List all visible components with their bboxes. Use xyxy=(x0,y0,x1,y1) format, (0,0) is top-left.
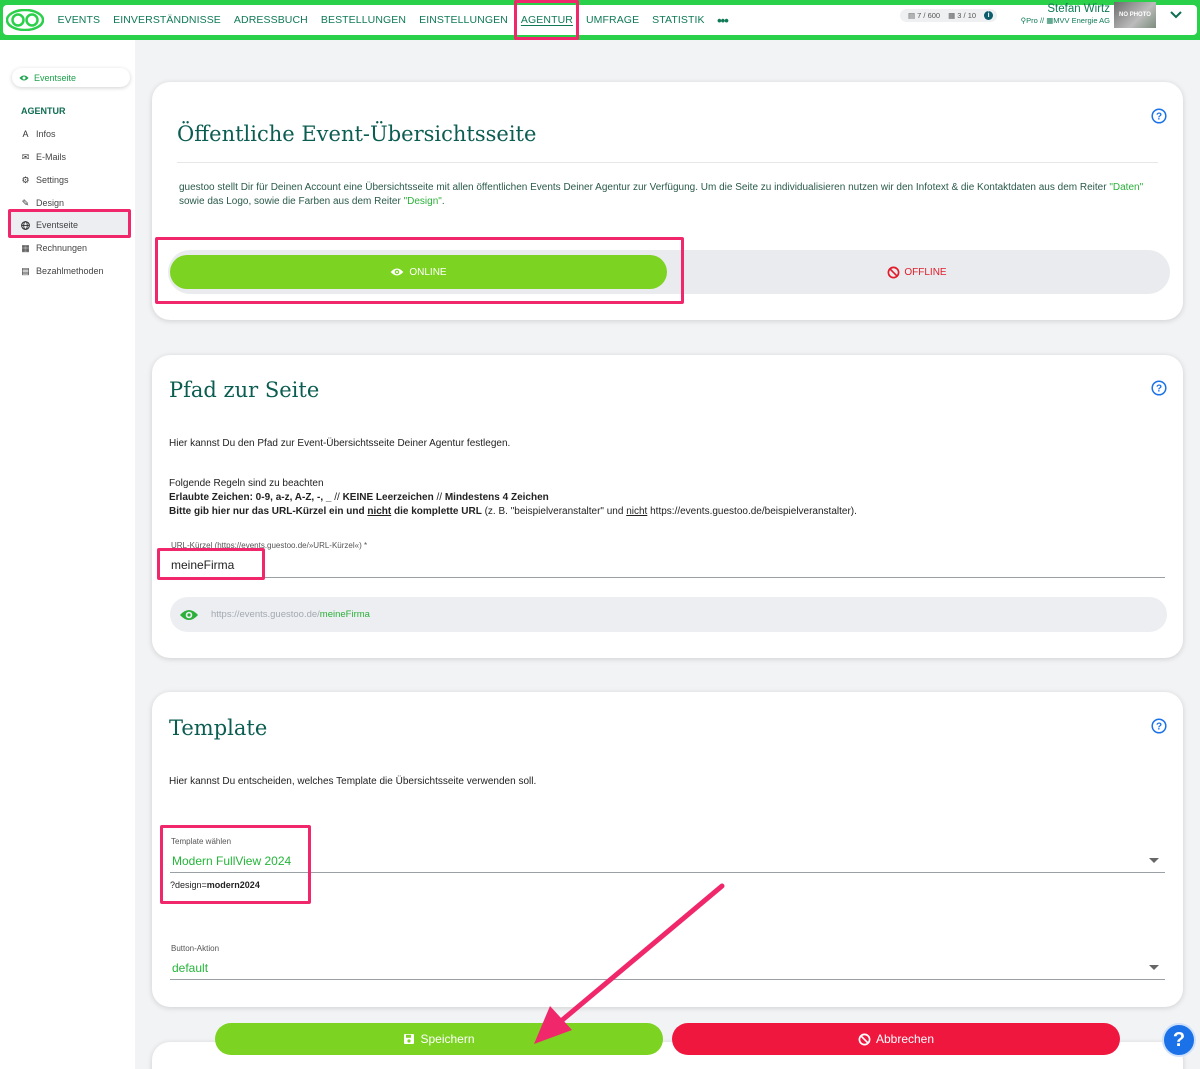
nav-events[interactable]: EVENTS xyxy=(51,5,107,35)
rules-heading: Folgende Regeln sind zu beachten xyxy=(169,478,324,489)
logo-icon xyxy=(6,9,44,31)
sidebar-item-emails[interactable]: ✉ E-Mails xyxy=(21,149,66,165)
highlight-url-input xyxy=(157,548,265,580)
help-icon[interactable]: ? xyxy=(1151,718,1167,734)
button-action-label: Button-Aktion xyxy=(171,944,220,953)
svg-text:?: ? xyxy=(1156,384,1162,395)
template-caret-icon[interactable] xyxy=(1149,858,1159,863)
sidebar-item-settings[interactable]: ⚙ Settings xyxy=(21,172,68,188)
guestoo-logo[interactable] xyxy=(5,8,45,32)
svg-text:?: ? xyxy=(1156,722,1162,733)
nav-bestellungen[interactable]: BESTELLUNGEN xyxy=(314,5,412,35)
help-icon[interactable]: ? xyxy=(1151,108,1167,124)
nav-more-button[interactable]: ••• xyxy=(711,13,734,28)
file-icon: ▦ xyxy=(21,242,30,253)
svg-text:?: ? xyxy=(1156,112,1162,123)
template-underline xyxy=(170,872,1165,873)
annotation-arrow-icon xyxy=(534,883,725,1044)
link-design[interactable]: "Design" xyxy=(404,196,442,207)
user-plan-company: ⚲Pro // ▦MVV Energie AG xyxy=(1020,16,1110,25)
card-public-page-description: guestoo stellt Dir für Deinen Account ei… xyxy=(179,182,1144,207)
ban-icon xyxy=(858,1033,871,1045)
brush-icon: ✎ xyxy=(21,197,30,208)
main-nav: EVENTS EINVERSTÄNDNISSE ADRESSBUCH BESTE… xyxy=(51,0,734,40)
envelope-icon: ✉ xyxy=(21,151,30,162)
font-icon: A xyxy=(22,128,29,139)
floating-help-button[interactable]: ? xyxy=(1162,1023,1196,1057)
link-daten[interactable]: "Daten" xyxy=(1109,182,1143,193)
rules-line-2: Bitte gib hier nur das URL-Kürzel ein un… xyxy=(169,506,857,517)
card-path-intro: Hier kannst Du den Pfad zur Event-Übersi… xyxy=(169,438,511,449)
highlight-template-select xyxy=(160,825,311,904)
url-field-underline xyxy=(170,577,1165,578)
quota-indicator: ▤ 7 / 600 ▦ 3 / 10 i xyxy=(900,9,997,22)
events-quota: ▤ 7 / 600 xyxy=(908,11,941,20)
card-template-title: Template xyxy=(169,716,268,740)
sidebar-item-rechnungen[interactable]: ▦ Rechnungen xyxy=(21,240,87,256)
cancel-button[interactable]: Abbrechen xyxy=(672,1023,1120,1055)
highlight-online-button xyxy=(155,237,684,304)
ban-icon xyxy=(887,266,900,278)
nav-agentur[interactable]: AGENTUR xyxy=(514,0,580,40)
help-icon[interactable]: ? xyxy=(1151,380,1167,396)
card-path-title: Pfad zur Seite xyxy=(169,378,320,402)
button-action-caret-icon[interactable] xyxy=(1149,965,1159,970)
nav-einstellungen[interactable]: EINSTELLUNGEN xyxy=(413,5,515,35)
sidebar-item-bezahlmethoden[interactable]: ▤ Bezahlmethoden xyxy=(21,263,103,279)
eye-icon xyxy=(19,75,29,80)
floppy-disk-icon xyxy=(404,1034,415,1044)
rules-line-1: Erlaubte Zeichen: 0-9, a-z, A-Z, -, _ //… xyxy=(169,492,549,503)
sidebar-heading: AGENTUR xyxy=(21,106,66,116)
gear-icon: ⚙ xyxy=(21,174,30,185)
nav-einverstaendnisse[interactable]: EINVERSTÄNDNISSE xyxy=(107,5,228,35)
eye-icon[interactable] xyxy=(179,608,199,622)
info-icon[interactable]: i xyxy=(984,11,994,20)
divider xyxy=(177,162,1158,163)
card-template-intro: Hier kannst Du entscheiden, welches Temp… xyxy=(169,776,537,787)
nav-adressbuch[interactable]: ADRESSBUCH xyxy=(227,5,314,35)
sidebar-current-page[interactable]: Eventseite xyxy=(12,68,130,87)
user-name: Stefan Wirtz xyxy=(1047,3,1110,15)
chevron-down-icon[interactable] xyxy=(1168,7,1184,23)
sidebar-item-infos[interactable]: A Infos xyxy=(21,126,55,142)
button-action-select[interactable]: default xyxy=(172,961,208,975)
avatar[interactable]: NO PHOTO xyxy=(1114,2,1156,28)
top-bar: EVENTS EINVERSTÄNDNISSE ADRESSBUCH BESTE… xyxy=(0,0,1200,42)
url-preview: https://events.guestoo.de/meineFirma xyxy=(170,597,1167,632)
other-quota: ▦ 3 / 10 xyxy=(948,11,977,20)
user-info[interactable]: Stefan Wirtz ⚲Pro // ▦MVV Energie AG xyxy=(1021,3,1110,25)
offline-button[interactable]: OFFLINE xyxy=(667,255,1167,289)
card-public-page-title: Öffentliche Event-Übersichtsseite xyxy=(177,122,537,146)
url-preview-text[interactable]: https://events.guestoo.de/meineFirma xyxy=(211,609,370,620)
nav-umfrage[interactable]: UMFRAGE xyxy=(579,5,645,35)
cash-register-icon: ▤ xyxy=(21,265,30,276)
top-nav-container: EVENTS EINVERSTÄNDNISSE ADRESSBUCH BESTE… xyxy=(3,0,1197,40)
highlight-sidebar-eventseite xyxy=(8,209,131,238)
nav-statistik[interactable]: STATISTIK xyxy=(646,5,711,35)
